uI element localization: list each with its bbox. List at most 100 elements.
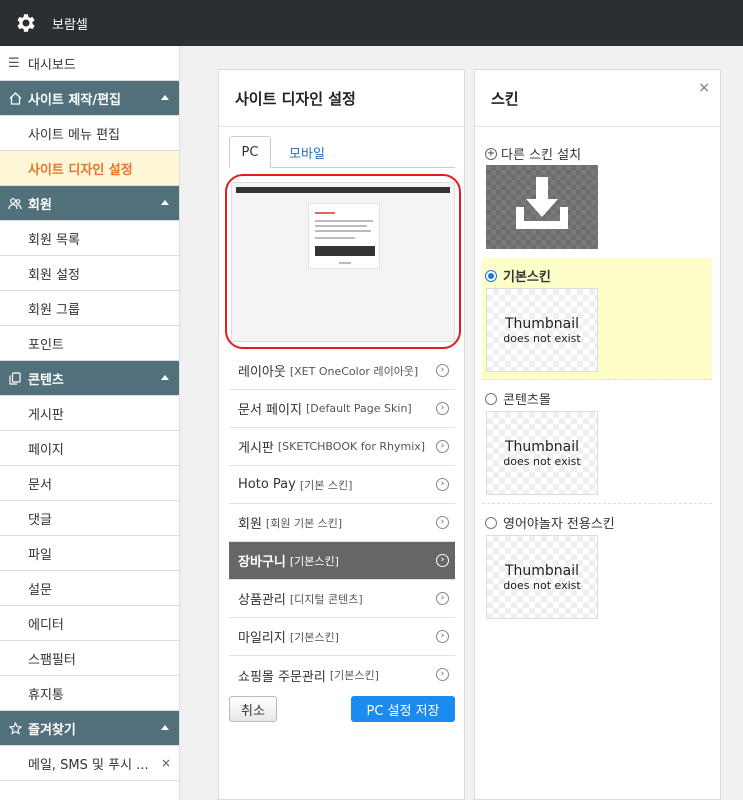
item-label: 게시판 — [238, 441, 274, 456]
chevron-right-icon: › — [436, 554, 449, 567]
device-tabs: PC 모바일 — [229, 136, 455, 168]
list-item-shop-order[interactable]: 쇼핑몰 주문관리 [기본스킨] › — [229, 656, 455, 694]
skin-name: 콘텐츠몰 — [503, 393, 551, 408]
skin-thumbnail[interactable]: Thumbnail does not exist — [486, 288, 598, 372]
sidebar-item-label: 스팸필터 — [28, 652, 76, 668]
list-item-product[interactable]: 상품관리 [디지털 콘텐츠] › — [229, 580, 455, 618]
item-skin: [기본 스킨] — [299, 478, 353, 492]
item-skin: [디지털 콘텐츠] — [289, 592, 363, 606]
close-icon[interactable]: × — [698, 80, 710, 96]
design-target-list: 레이아웃 [XET OneColor 레이아웃] › 문서 페이지 [Default… — [229, 352, 455, 694]
sidebar-item-label: 파일 — [28, 547, 52, 563]
sidebar-item-poll[interactable]: 설문 — [0, 571, 179, 606]
list-item-hoto-pay[interactable]: Hoto Pay [기본 스킨] › — [229, 466, 455, 504]
sidebar-item-label: 에디터 — [28, 617, 64, 633]
thumbnail-subtitle: does not exist — [503, 331, 581, 345]
item-skin: [Default Page Skin] — [305, 402, 412, 415]
sidebar-item-label: 포인트 — [28, 337, 64, 353]
skin-option-english[interactable]: 영어야놀자 전용스킨 Thumbnail does not exist — [482, 505, 712, 627]
chevron-right-icon: › — [436, 630, 449, 643]
tab-pc[interactable]: PC — [229, 136, 271, 168]
tab-mobile[interactable]: 모바일 — [279, 136, 335, 168]
sidebar-item-mail-sms[interactable]: 메일, SMS 및 푸시 ... × — [0, 746, 179, 781]
chevron-right-icon: › — [436, 516, 449, 529]
sidebar-item-label: 사이트 메뉴 편집 — [28, 127, 120, 143]
sidebar-item-member-list[interactable]: 회원 목록 — [0, 221, 179, 256]
thumbnail-subtitle: does not exist — [503, 454, 581, 468]
sidebar-item-comment[interactable]: 댓글 — [0, 501, 179, 536]
sidebar-item-site-design[interactable]: 사이트 디자인 설정 — [0, 151, 179, 186]
list-item-board[interactable]: 게시판 [SKETCHBOOK for Rhymix] › — [229, 428, 455, 466]
install-skin-link[interactable]: + 다른 스킨 설치 — [485, 144, 581, 163]
app-title[interactable]: 보람셀 — [52, 14, 88, 33]
sidebar-item-label: 메일, SMS 및 푸시 ... — [28, 757, 149, 773]
sidebar-item-label: 회원 설정 — [28, 267, 80, 283]
chevron-right-icon: › — [436, 592, 449, 605]
sidebar-group-contents[interactable]: 콘텐츠 — [0, 361, 179, 396]
sidebar-group-label: 콘텐츠 — [28, 372, 64, 388]
item-label: 레이아웃 — [238, 365, 286, 380]
list-item-mileage[interactable]: 마일리지 [기본스킨] › — [229, 618, 455, 656]
sidebar-group-site[interactable]: 사이트 제작/편집 — [0, 81, 179, 116]
chevron-right-icon: › — [436, 478, 449, 491]
chevron-right-icon: › — [436, 668, 449, 681]
panel-title: 사이트 디자인 설정 — [219, 70, 464, 127]
skin-option-default[interactable]: 기본스킨 Thumbnail does not exist — [482, 258, 712, 380]
gear-icon[interactable] — [14, 11, 38, 35]
sidebar-item-label: 사이트 디자인 설정 — [28, 162, 133, 178]
sidebar-group-member[interactable]: 회원 — [0, 186, 179, 221]
close-icon[interactable]: × — [161, 756, 171, 770]
item-label: Hoto Pay — [238, 477, 296, 492]
radio-button[interactable] — [485, 516, 497, 529]
sidebar-item-spamfilter[interactable]: 스팸필터 — [0, 641, 179, 676]
item-skin: [SKETCHBOOK for Rhymix] — [277, 440, 426, 453]
sidebar-item-points[interactable]: 포인트 — [0, 326, 179, 361]
sidebar-item-file[interactable]: 파일 — [0, 536, 179, 571]
caret-up-icon — [161, 725, 169, 730]
caret-up-icon — [161, 95, 169, 100]
panel-title: 스킨 — [475, 70, 720, 127]
item-label: 쇼핑몰 주문관리 — [238, 669, 326, 685]
save-pc-settings-button[interactable]: PC 설정 저장 — [351, 696, 455, 722]
skin-thumbnail[interactable]: Thumbnail does not exist — [486, 411, 598, 495]
sidebar-item-board[interactable]: 게시판 — [0, 396, 179, 431]
item-skin: [기본스킨] — [289, 554, 339, 568]
sidebar: ☰ 대시보드 사이트 제작/편집 사이트 메뉴 편집 사이트 디자인 설정 회원… — [0, 46, 180, 800]
skin-option-label: 영어야놀자 전용스킨 — [485, 513, 615, 532]
users-icon — [8, 197, 22, 210]
install-skin-label: 다른 스킨 설치 — [501, 148, 582, 163]
top-bar: 보람셀 — [0, 0, 743, 46]
download-icon — [516, 177, 568, 229]
sidebar-group-label: 즐겨찾기 — [28, 722, 76, 738]
list-item-cart[interactable]: 장바구니 [기본스킨] › — [229, 542, 455, 580]
sidebar-item-dashboard[interactable]: ☰ 대시보드 — [0, 46, 179, 81]
sidebar-item-member-group[interactable]: 회원 그룹 — [0, 291, 179, 326]
item-label: 문서 페이지 — [238, 403, 302, 418]
list-item-layout[interactable]: 레이아웃 [XET OneColor 레이아웃] › — [229, 352, 455, 390]
skin-option-contentsmall[interactable]: 콘텐츠몰 Thumbnail does not exist — [482, 381, 712, 504]
skin-name: 기본스킨 — [503, 270, 551, 285]
sidebar-item-site-menu[interactable]: 사이트 메뉴 편집 — [0, 116, 179, 151]
item-skin: [기본스킨] — [329, 669, 379, 682]
sidebar-item-member-settings[interactable]: 회원 설정 — [0, 256, 179, 291]
install-skin-thumbnail[interactable] — [486, 165, 598, 249]
sidebar-item-document[interactable]: 문서 — [0, 466, 179, 501]
radio-button[interactable] — [485, 269, 497, 282]
list-item-document-page[interactable]: 문서 페이지 [Default Page Skin] › — [229, 390, 455, 428]
skin-option-label: 기본스킨 — [485, 266, 551, 285]
sidebar-item-trash[interactable]: 휴지통 — [0, 676, 179, 711]
sidebar-item-label: 댓글 — [28, 512, 52, 528]
sidebar-item-label: 문서 — [28, 477, 52, 493]
skin-thumbnail[interactable]: Thumbnail does not exist — [486, 535, 598, 619]
radio-button[interactable] — [485, 392, 497, 405]
list-item-member[interactable]: 회원 [회원 기본 스킨] › — [229, 504, 455, 542]
sidebar-item-label: 휴지통 — [28, 687, 64, 703]
layout-preview-area — [225, 174, 461, 349]
sidebar-item-page[interactable]: 페이지 — [0, 431, 179, 466]
sidebar-item-editor[interactable]: 에디터 — [0, 606, 179, 641]
sidebar-group-favorites[interactable]: 즐겨찾기 — [0, 711, 179, 746]
sidebar-group-label: 회원 — [28, 197, 52, 213]
highlight-circle — [225, 174, 461, 349]
cancel-button[interactable]: 취소 — [229, 696, 277, 722]
item-skin: [기본스킨] — [289, 630, 339, 644]
